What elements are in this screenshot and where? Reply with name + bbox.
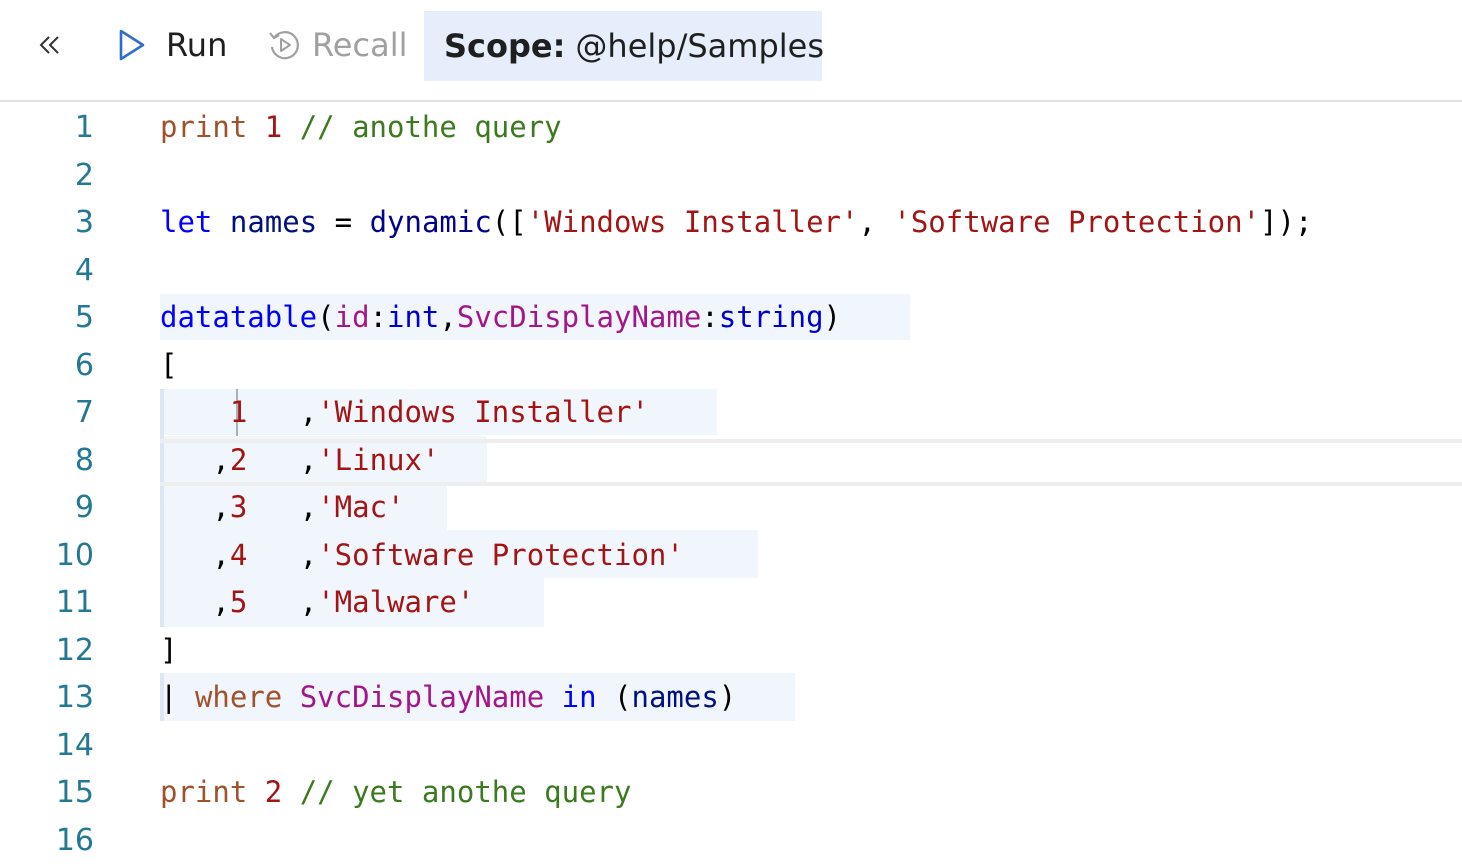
- code-column: id: [334, 300, 370, 334]
- code-punctuation: [: [160, 348, 178, 382]
- code-string: 'Linux': [317, 443, 440, 477]
- code-string: 'Windows Installer': [317, 395, 649, 429]
- code-variable: names: [631, 680, 719, 714]
- code-number: 1: [264, 110, 283, 144]
- code-function: dynamic: [369, 205, 492, 239]
- code-string: 'Software Protection': [317, 538, 684, 572]
- code-command: print: [160, 775, 248, 809]
- line-number: 7: [74, 395, 94, 430]
- code-line[interactable]: ,4 ,'Software Protection': [160, 532, 684, 579]
- query-toolbar: Run Recall Scope: @help/Samples: [0, 0, 1462, 102]
- code-line[interactable]: ,2 ,'Linux': [160, 437, 439, 484]
- run-button[interactable]: Run: [118, 10, 227, 80]
- code-punctuation: ]);: [1260, 205, 1313, 239]
- code-operator: =: [334, 205, 353, 239]
- code-punctuation: :: [701, 300, 719, 334]
- code-string: 'Malware': [317, 585, 475, 619]
- line-number: 15: [55, 775, 94, 810]
- code-punctuation: ,: [299, 490, 318, 524]
- code-punctuation: :: [369, 300, 387, 334]
- line-number: 11: [55, 585, 94, 620]
- code-column: SvcDisplayName: [456, 300, 702, 334]
- code-string: 'Mac': [317, 490, 405, 524]
- code-punctuation: ]: [160, 633, 178, 667]
- line-number: 5: [74, 300, 94, 335]
- code-line[interactable]: ,5 ,'Malware': [160, 579, 474, 626]
- query-editor[interactable]: 1 2 3 4 5 6 7 8 9 10 11 12 13 14 15 16 p…: [0, 103, 1462, 866]
- code-number: 5: [229, 585, 248, 619]
- code-punctuation: ,: [299, 585, 318, 619]
- collapse-pane-button[interactable]: [28, 10, 72, 80]
- code-function: datatable: [160, 300, 318, 334]
- line-number: 4: [74, 253, 94, 288]
- line-number: 6: [74, 348, 94, 383]
- code-pipe: |: [160, 680, 178, 714]
- code-line[interactable]: ,3 ,'Mac': [160, 484, 405, 531]
- code-number: 2: [264, 775, 283, 809]
- code-punctuation: ,: [212, 443, 230, 477]
- code-line[interactable]: datatable(id:int,SvcDisplayName:string): [160, 294, 841, 341]
- play-icon: [118, 28, 166, 62]
- run-label: Run: [166, 26, 228, 64]
- code-operator: where: [194, 680, 283, 714]
- code-punctuation: ,: [212, 585, 230, 619]
- code-line[interactable]: | where SvcDisplayName in (names): [160, 674, 736, 721]
- code-number: 4: [229, 538, 248, 572]
- code-punctuation: ,: [299, 538, 318, 572]
- double-chevron-left-icon: [37, 33, 63, 57]
- code-keyword: in: [561, 680, 597, 714]
- code-punctuation: ,: [299, 443, 318, 477]
- line-number: 13: [55, 680, 94, 715]
- code-number: 1: [229, 395, 248, 429]
- scope-label: Scope:: [444, 27, 566, 65]
- recall-button[interactable]: Recall: [266, 10, 407, 80]
- code-line[interactable]: 1 ,'Windows Installer': [160, 389, 649, 436]
- code-type: string: [718, 300, 824, 334]
- code-punctuation: ,: [299, 395, 318, 429]
- code-line[interactable]: ]: [160, 627, 177, 674]
- code-punctuation: ,: [212, 490, 230, 524]
- line-number: 8: [74, 443, 94, 478]
- code-string: 'Software Protection': [893, 205, 1261, 239]
- code-line[interactable]: print 2 // yet anothe query: [160, 769, 631, 816]
- line-number: 10: [55, 538, 94, 573]
- code-punctuation: ): [823, 300, 841, 334]
- code-punctuation: (: [317, 300, 335, 334]
- line-number: 2: [74, 158, 94, 193]
- line-number: 16: [55, 823, 94, 858]
- code-punctuation: ,: [212, 538, 230, 572]
- code-punctuation: ([: [491, 205, 527, 239]
- scope-value: @help/Samples: [575, 27, 825, 65]
- code-line[interactable]: let names = dynamic(['Windows Installer'…: [160, 199, 1312, 246]
- recall-icon: [266, 27, 312, 63]
- code-comment: // yet anothe query: [299, 775, 632, 809]
- code-variable: names: [229, 205, 318, 239]
- line-number: 12: [55, 633, 94, 668]
- code-type: int: [387, 300, 440, 334]
- code-string: 'Windows Installer': [526, 205, 859, 239]
- scope-selector[interactable]: Scope: @help/Samples: [424, 11, 825, 81]
- code-column: SvcDisplayName: [299, 680, 545, 714]
- recall-label: Recall: [312, 26, 408, 64]
- code-comment: // anothe query: [299, 110, 562, 144]
- code-keyword: let: [160, 205, 213, 239]
- code-line[interactable]: [: [160, 342, 177, 389]
- code-number: 2: [229, 443, 248, 477]
- line-number: 1: [74, 110, 94, 145]
- code-punctuation: ): [718, 680, 737, 714]
- code-punctuation: ,: [858, 205, 876, 239]
- code-number: 3: [229, 490, 248, 524]
- code-line[interactable]: print 1 // anothe query: [160, 104, 562, 151]
- code-command: print: [160, 110, 248, 144]
- code-punctuation: (: [614, 680, 632, 714]
- line-number: 9: [74, 490, 94, 525]
- line-number: 14: [55, 728, 94, 763]
- code-punctuation: ,: [439, 300, 457, 334]
- line-number: 3: [74, 205, 94, 240]
